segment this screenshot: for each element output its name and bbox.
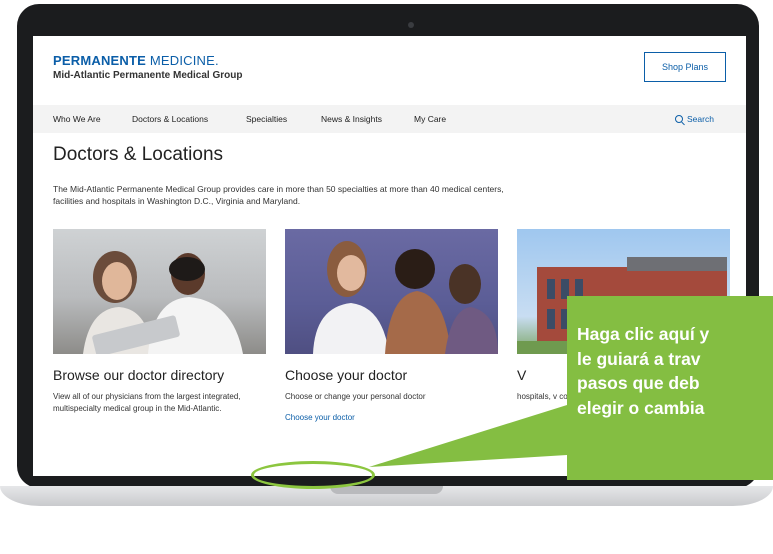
callout-line: pasos que deb [577, 373, 700, 393]
callout-line: elegir o cambia [577, 397, 705, 418]
highlight-ring [251, 461, 375, 489]
callout-text: Haga clic aquí y le guiará a trav pasos … [577, 322, 709, 420]
callout-line: Haga clic aquí y [577, 324, 710, 344]
instruction-callout: Haga clic aquí y le guiará a trav pasos … [567, 296, 773, 480]
callout-line: le guiará a trav [577, 348, 701, 369]
